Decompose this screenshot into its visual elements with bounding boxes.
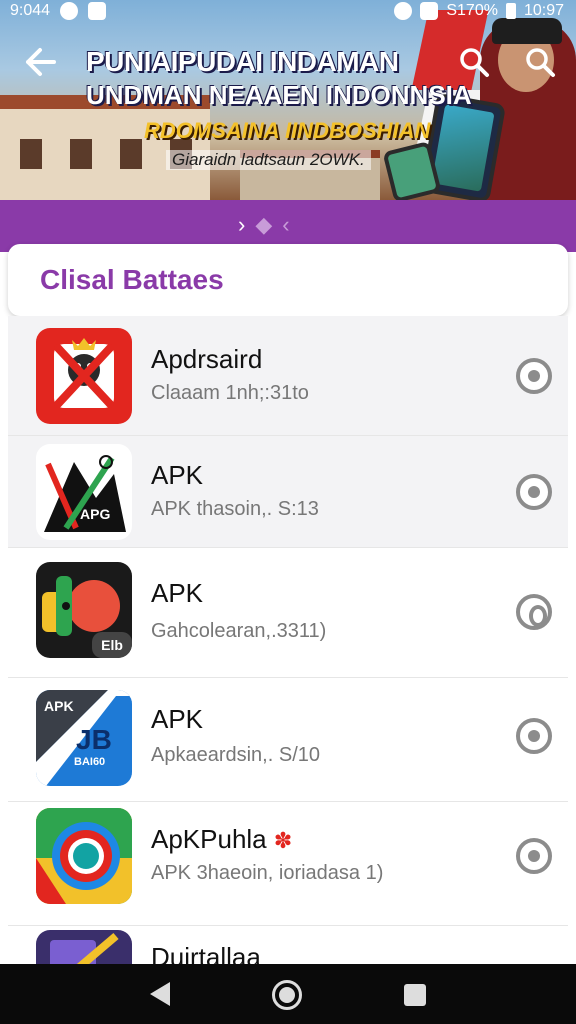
app-subtitle: Claaam 1nh;:31to [151, 382, 309, 404]
banner-headline-4: Giaraidn ladtsaun 2OWK. [166, 150, 371, 170]
crossed-app-icon [36, 328, 132, 424]
sync-icon [60, 2, 79, 20]
back-arrow-icon [26, 48, 56, 76]
header-banner: 9:044 S170% 10:97 PUNIAIPUDAI INDAMAN UN… [0, 0, 576, 200]
list-item[interactable]: Duirtallaa [8, 926, 568, 964]
battery-icon [505, 3, 516, 19]
app-list: Apdrsaird Claaam 1nh;:31to APG APK APK t… [8, 316, 568, 964]
app-action-button[interactable] [516, 358, 552, 394]
app-subtitle: APK 3haeoin, ioriadasa 1) [151, 862, 384, 884]
icon-badge: Elb [92, 632, 132, 658]
jb-app-icon: APK JB BAI60 [36, 690, 132, 786]
pager-next-icon[interactable]: › [238, 212, 245, 238]
battery-level: S170% [446, 2, 498, 19]
flower-icon: ✽ [273, 828, 293, 853]
alarm-icon [394, 2, 413, 20]
status-bar: 9:044 S170% 10:97 [0, 0, 576, 24]
nav-home-icon[interactable] [272, 980, 302, 1010]
paint-app-icon: Elb [36, 562, 132, 658]
app-action-button[interactable] [516, 838, 552, 874]
icon-badge: APG [80, 506, 111, 522]
app-title: ApKPuhla ✽ [151, 824, 292, 855]
apk-chart-icon: APG [36, 444, 132, 540]
app-title: APK [151, 460, 204, 490]
status-time-right: 10:97 [523, 2, 564, 19]
app-action-button[interactable] [516, 474, 552, 510]
nav-back-icon[interactable] [150, 982, 170, 1006]
search-button[interactable] [458, 46, 490, 78]
app-action-button[interactable] [516, 718, 552, 754]
search-button-secondary[interactable] [524, 46, 556, 78]
pager-current-icon: ◆ [255, 212, 273, 237]
pager-prev-icon[interactable]: ‹ [282, 212, 289, 238]
app-title: APK [151, 704, 204, 734]
icon-label-bottom: BAI60 [74, 756, 106, 768]
app-title: Apdrsaird [151, 344, 263, 374]
icon-label-top: APK [44, 698, 74, 714]
signal-icon [420, 2, 439, 20]
list-item[interactable]: Elb APK Gahcolearan,.3311) [8, 548, 568, 678]
nav-recents-icon[interactable] [404, 984, 426, 1006]
search-icon [460, 48, 489, 77]
list-item[interactable]: APG APK APK thasoin,. S:13 [8, 436, 568, 548]
icon-label-main: JB [76, 724, 112, 755]
app-subtitle: Gahcolearan,.3311) [151, 620, 327, 642]
app-subtitle: Apkaeardsin,. S/10 [151, 744, 320, 766]
app-title-text: ApKPuhla [151, 824, 267, 854]
section-header-card: Clisal Battaes [8, 244, 568, 316]
notification-icon [88, 2, 107, 20]
back-button[interactable] [22, 44, 58, 80]
banner-headline-1: PUNIAIPUDAI INDAMAN [86, 46, 399, 77]
banner-headline-3: RDOMSAINA IINDBOSHIAN [144, 118, 431, 143]
list-item[interactable]: APK JB BAI60 APK Apkaeardsin,. S/10 [8, 678, 568, 802]
app-action-button[interactable] [516, 594, 552, 630]
search-icon [526, 48, 555, 77]
app-title: Duirtallaa [151, 942, 261, 964]
section-title: Clisal Battaes [40, 264, 224, 295]
app-title: APK [151, 578, 204, 608]
list-item[interactable]: Apdrsaird Claaam 1nh;:31to [8, 316, 568, 436]
list-item[interactable]: ApKPuhla ✽ APK 3haeoin, ioriadasa 1) [8, 802, 568, 926]
partial-app-icon [36, 930, 132, 964]
circle-app-icon [36, 808, 132, 904]
banner-headline-2: UNDMAN NEAAEN INDONNSIA [86, 80, 472, 110]
status-time-left: 9:044 [10, 2, 51, 19]
app-subtitle: APK thasoin,. S:13 [151, 498, 319, 520]
system-nav-bar [0, 964, 576, 1024]
